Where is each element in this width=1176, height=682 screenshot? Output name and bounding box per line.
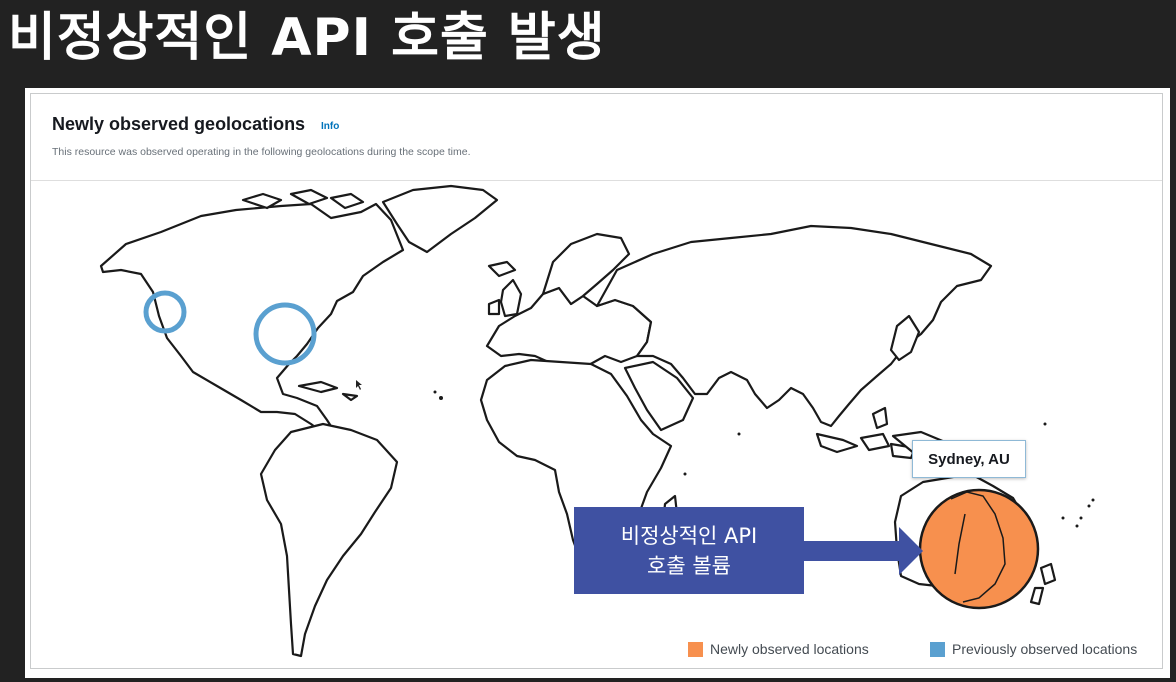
legend-previous-label: Previously observed locations <box>952 641 1138 657</box>
location-tooltip: Sydney, AU <box>912 440 1026 478</box>
legend-new-label: Newly observed locations <box>710 641 869 657</box>
new-location-marker[interactable] <box>918 488 1040 610</box>
mouse-pointer-icon <box>356 380 362 390</box>
callout-arrow <box>798 527 923 575</box>
callout-line-2: 호출 볼륨 <box>647 553 731 578</box>
callout-line-1: 비정상적인 API <box>620 523 758 548</box>
slide-title: 비정상적인 API 호출 발생 <box>8 8 606 68</box>
legend-new-swatch <box>688 641 703 657</box>
caribbean-islands <box>297 380 359 402</box>
panel-frame: Newly observed geolocations Info This re… <box>30 93 1163 669</box>
south-america-landmass <box>259 422 399 658</box>
legend-previous-swatch <box>930 641 945 657</box>
callout-box: 비정상적인 API 호출 볼륨 <box>574 507 804 594</box>
legend-previous: Previously observed locations <box>930 639 1137 659</box>
uk-landmass <box>487 278 523 318</box>
geolocations-panel: Newly observed geolocations Info This re… <box>25 88 1170 678</box>
iceland-landmass <box>487 260 517 278</box>
legend-new: Newly observed locations <box>688 639 869 659</box>
